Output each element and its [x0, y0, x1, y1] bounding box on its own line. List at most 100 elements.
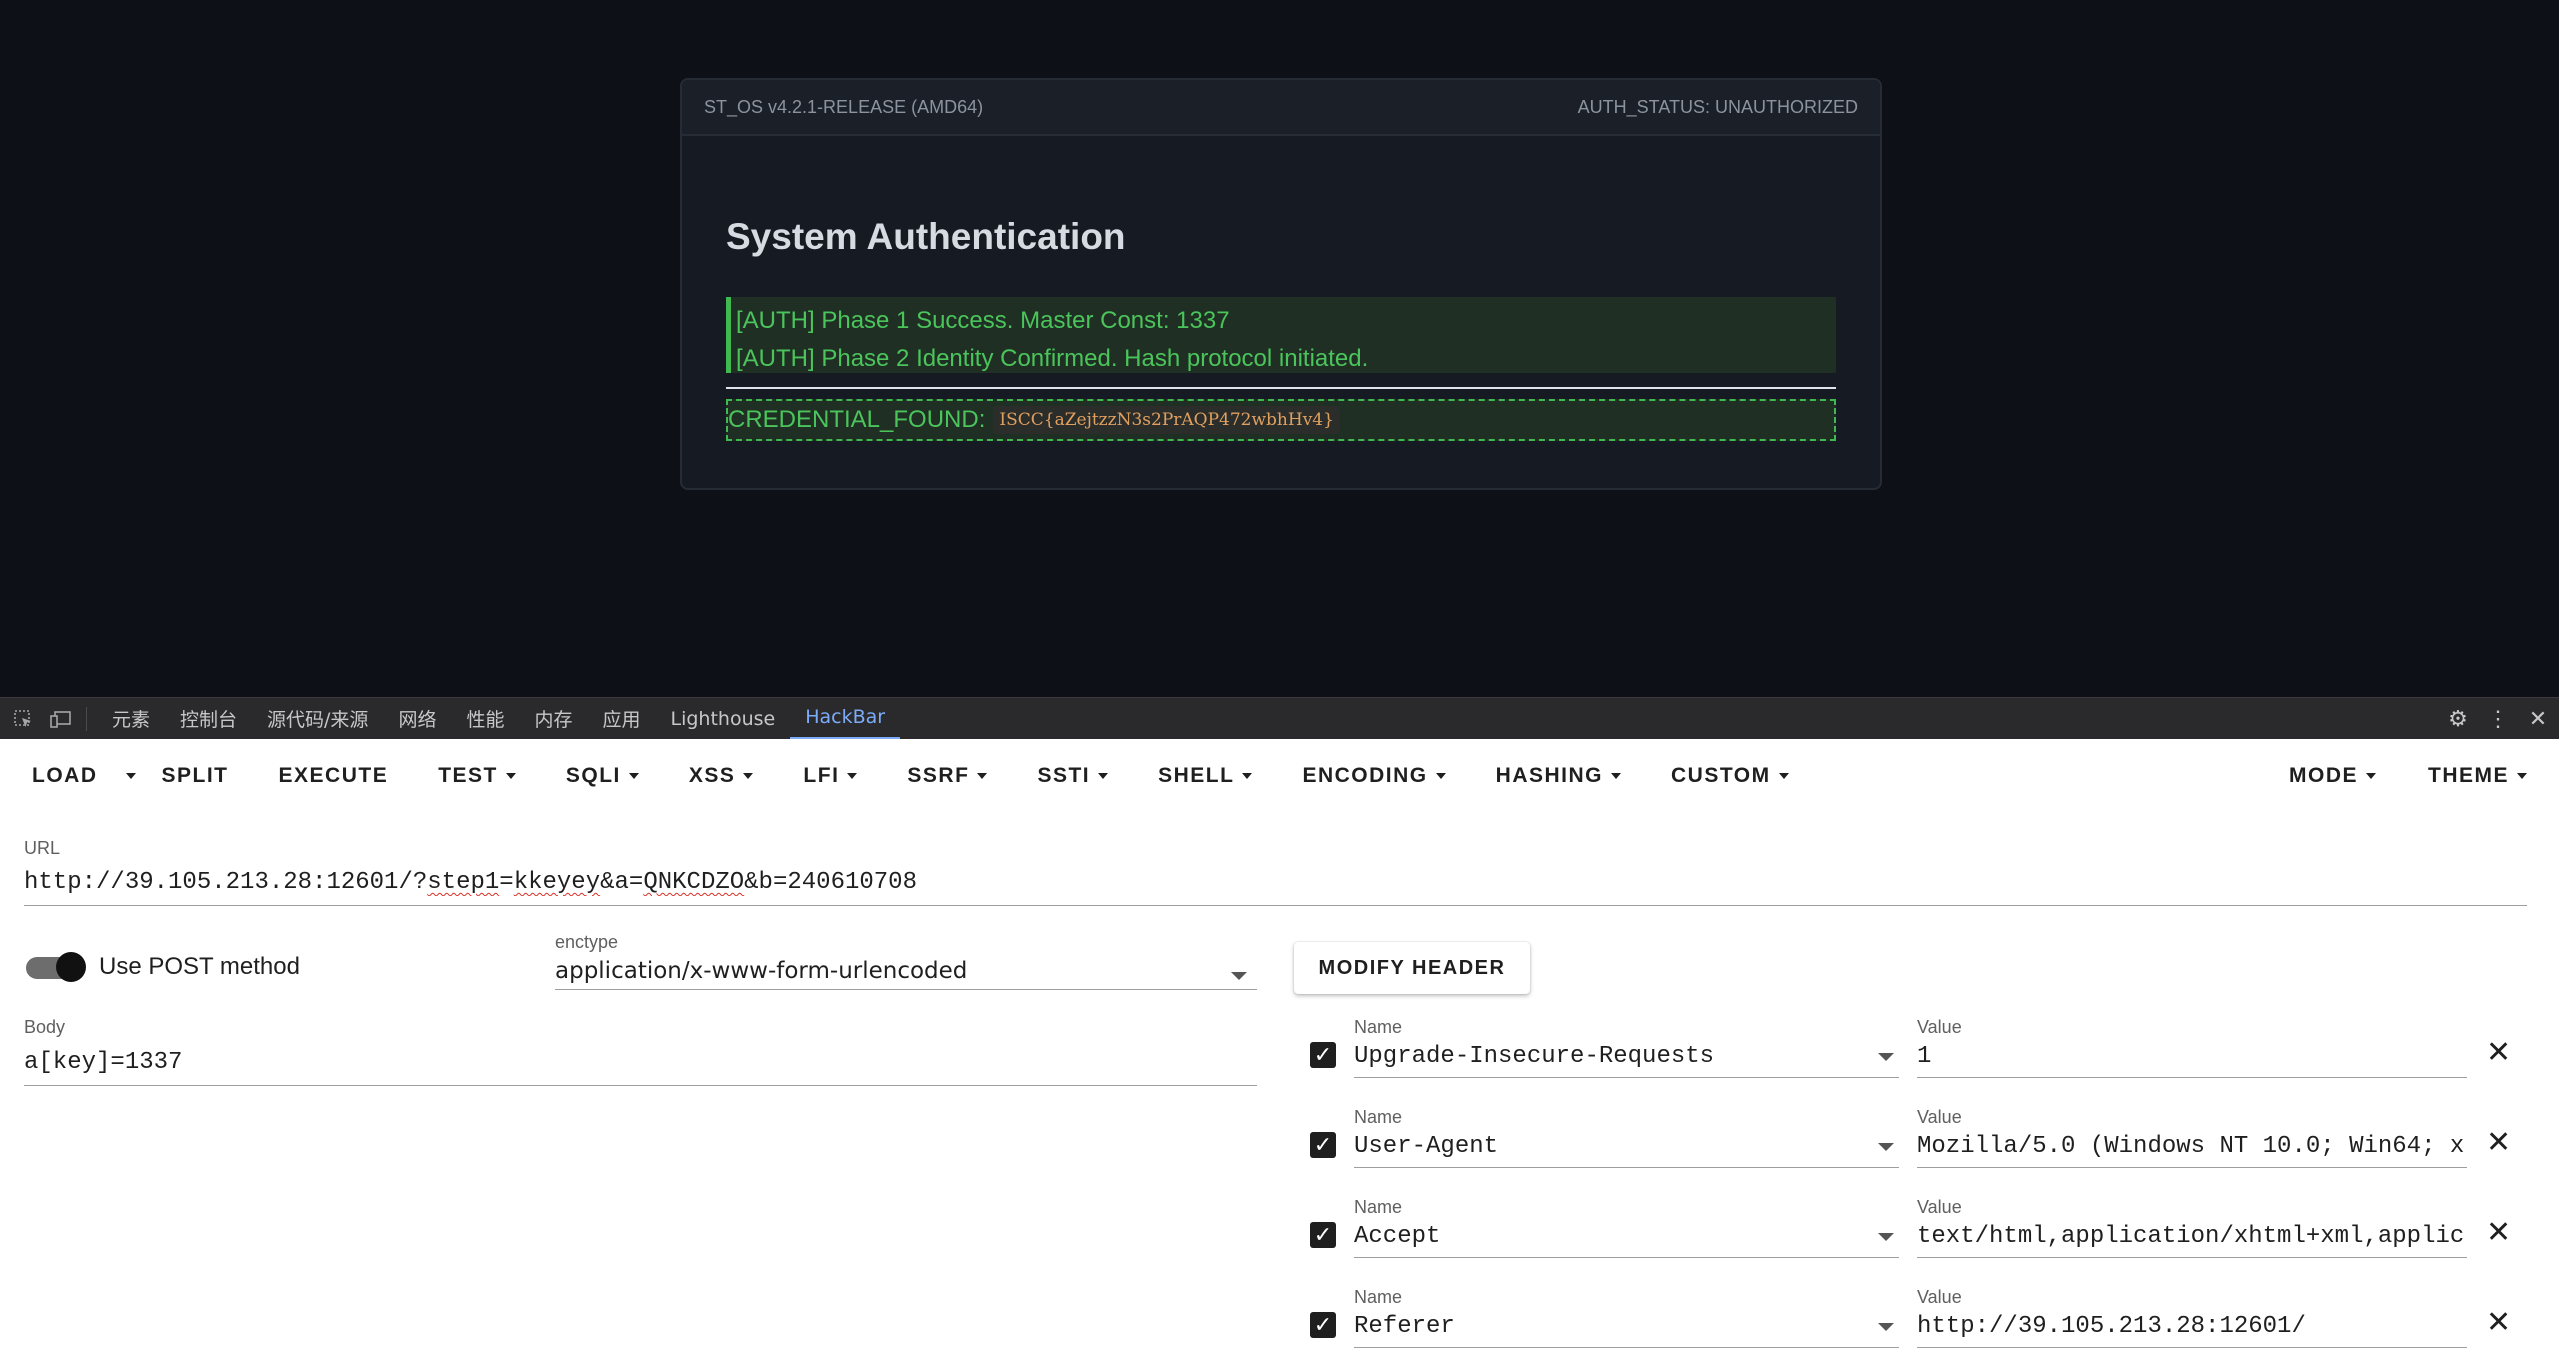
tab-console[interactable]: 控制台: [165, 698, 252, 740]
card-header: ST_OS v4.2.1-RELEASE (AMD64) AUTH_STATUS…: [682, 80, 1880, 136]
header-name-input[interactable]: Accept: [1354, 1223, 1854, 1250]
tab-network[interactable]: 网络: [383, 698, 451, 740]
header-name-underline: [1354, 1347, 1899, 1348]
device-toolbar-icon[interactable]: [50, 708, 72, 730]
url-segment: &a=: [600, 869, 644, 896]
tab-application[interactable]: 应用: [587, 698, 655, 740]
chevron-down-icon: [505, 773, 516, 779]
header-value-input[interactable]: http://39.105.213.28:12601/: [1917, 1313, 2472, 1340]
enctype-underline: [555, 989, 1257, 990]
theme-menu[interactable]: THEME: [2412, 751, 2543, 801]
chevron-down-icon: [1435, 773, 1446, 779]
load-dropdown-button[interactable]: [114, 751, 146, 801]
auth-card: ST_OS v4.2.1-RELEASE (AMD64) AUTH_STATUS…: [680, 78, 1882, 490]
page-viewport: ST_OS v4.2.1-RELEASE (AMD64) AUTH_STATUS…: [0, 0, 2559, 697]
post-method-label: Use POST method: [99, 953, 300, 980]
chevron-down-icon: [1098, 773, 1109, 779]
header-name-input[interactable]: Upgrade-Insecure-Requests: [1354, 1043, 1854, 1070]
header-enabled-checkbox[interactable]: ✓: [1310, 1132, 1336, 1158]
ssti-menu[interactable]: SSTI: [1021, 751, 1124, 801]
header-value-input[interactable]: Mozilla/5.0 (Windows NT 10.0; Win64; x: [1917, 1133, 2472, 1160]
log-line: [AUTH] Phase 2 Identity Confirmed. Hash …: [736, 345, 1369, 372]
header-value-label: Value: [1917, 1017, 1962, 1037]
header-enabled-checkbox[interactable]: ✓: [1310, 1042, 1336, 1068]
header-value-input[interactable]: 1: [1917, 1043, 2472, 1070]
header-value-input[interactable]: text/html,application/xhtml+xml,applic: [1917, 1223, 2472, 1250]
chevron-down-icon[interactable]: [1878, 1053, 1894, 1061]
chevron-down-icon: [125, 773, 136, 779]
remove-header-icon[interactable]: ✕: [2486, 1215, 2511, 1250]
header-name-label: Name: [1354, 1197, 1403, 1217]
execute-button[interactable]: EXECUTE: [263, 751, 405, 801]
chevron-down-icon: [977, 773, 988, 779]
header-value-label: Value: [1917, 1197, 1962, 1217]
header-name-input[interactable]: Referer: [1354, 1313, 1854, 1340]
remove-header-icon[interactable]: ✕: [2486, 1305, 2511, 1340]
tab-memory[interactable]: 内存: [519, 698, 587, 740]
header-value-underline: [1917, 1347, 2467, 1348]
inspect-element-icon[interactable]: [12, 708, 34, 730]
toggle-knob: [56, 952, 86, 982]
header-name-underline: [1354, 1167, 1899, 1168]
tab-elements[interactable]: 元素: [97, 698, 165, 740]
chevron-down-icon[interactable]: [1878, 1143, 1894, 1151]
tab-lighthouse[interactable]: Lighthouse: [656, 698, 791, 740]
load-label: LOAD: [32, 764, 98, 787]
xss-menu[interactable]: XSS: [673, 751, 770, 801]
chevron-down-icon: [2517, 773, 2527, 779]
hashing-label: HASHING: [1495, 764, 1603, 787]
hashing-menu[interactable]: HASHING: [1480, 751, 1637, 801]
remove-header-icon[interactable]: ✕: [2486, 1035, 2511, 1070]
header-row: ✓ Name User-Agent Value Mozilla/5.0 (Win…: [0, 1107, 2559, 1197]
mode-menu[interactable]: MODE: [2273, 751, 2392, 801]
url-input[interactable]: http://39.105.213.28:12601/?step1=kkeyey…: [24, 869, 2524, 896]
settings-gear-icon[interactable]: ⚙: [2447, 706, 2469, 731]
url-segment: kkeyey: [513, 869, 601, 896]
header-name-input[interactable]: User-Agent: [1354, 1133, 1854, 1160]
os-version: ST_OS v4.2.1-RELEASE (AMD64): [704, 96, 984, 117]
header-row: ✓ Name Referer Value http://39.105.213.2…: [0, 1287, 2559, 1361]
header-name-underline: [1354, 1257, 1899, 1258]
tab-hackbar[interactable]: HackBar: [790, 698, 901, 740]
url-segment: &b=240610708: [744, 869, 917, 896]
mode-label: MODE: [2289, 764, 2358, 787]
chevron-down-icon: [1242, 773, 1253, 779]
chevron-down-icon: [2366, 773, 2376, 779]
url-segment: QNKCDZO: [643, 869, 745, 896]
lfi-menu[interactable]: LFI: [787, 751, 873, 801]
shell-menu[interactable]: SHELL: [1142, 751, 1268, 801]
header-enabled-checkbox[interactable]: ✓: [1310, 1312, 1336, 1338]
url-underline: [24, 905, 2527, 906]
ssrf-menu[interactable]: SSRF: [891, 751, 1003, 801]
sqli-menu[interactable]: SQLI: [550, 751, 655, 801]
chevron-down-icon[interactable]: [1878, 1323, 1894, 1331]
chevron-down-icon: [1231, 972, 1247, 980]
header-enabled-checkbox[interactable]: ✓: [1310, 1222, 1336, 1248]
custom-menu[interactable]: CUSTOM: [1655, 751, 1805, 801]
page-title: System Authentication: [726, 216, 1126, 257]
modify-header-button[interactable]: MODIFY HEADER: [1294, 942, 1530, 994]
chevron-down-icon[interactable]: [1878, 1233, 1894, 1241]
close-icon[interactable]: ✕: [2527, 706, 2549, 731]
url-segment: step1: [427, 869, 500, 896]
theme-label: THEME: [2428, 764, 2509, 787]
load-button[interactable]: LOAD: [0, 751, 114, 801]
ssrf-label: SSRF: [907, 764, 970, 787]
header-row: ✓ Name Upgrade-Insecure-Requests Value 1…: [0, 1017, 2559, 1107]
header-name-underline: [1354, 1077, 1899, 1078]
tab-sources[interactable]: 源代码/来源: [252, 698, 383, 740]
post-method-toggle[interactable]: [26, 952, 86, 982]
enctype-select[interactable]: application/x-www-form-urlencoded: [555, 958, 967, 984]
hackbar-toolbar: LOAD SPLIT EXECUTE TEST SQLI XSS LFI SSR…: [0, 739, 2559, 813]
url-segment: =: [499, 869, 514, 896]
test-menu[interactable]: TEST: [422, 751, 532, 801]
encoding-label: ENCODING: [1302, 764, 1428, 787]
header-name-label: Name: [1354, 1287, 1403, 1307]
credential-value[interactable]: ISCC{aZejtzzN3s2PrAQP472wbhHv4}: [993, 406, 1340, 434]
xss-label: XSS: [688, 764, 736, 787]
split-button[interactable]: SPLIT: [146, 751, 245, 801]
tab-performance[interactable]: 性能: [451, 698, 519, 740]
more-options-icon[interactable]: ⋮: [2487, 706, 2509, 731]
encoding-menu[interactable]: ENCODING: [1286, 751, 1461, 801]
remove-header-icon[interactable]: ✕: [2486, 1125, 2511, 1160]
